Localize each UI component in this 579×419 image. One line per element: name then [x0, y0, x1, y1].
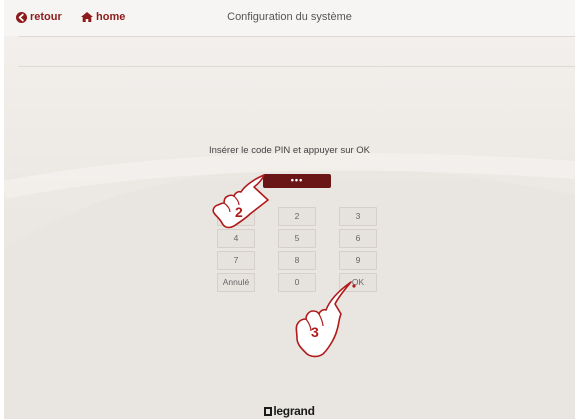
divider [18, 66, 575, 67]
hand-pointer-icon [212, 174, 269, 229]
cancel-button[interactable]: Annulé [217, 273, 255, 292]
legrand-logo: legrand [4, 404, 575, 418]
logo-text: legrand [273, 404, 315, 418]
annotation-step-3: 3 [311, 324, 319, 340]
key-2[interactable]: 2 [278, 207, 316, 226]
key-3[interactable]: 3 [339, 207, 377, 226]
page-title: Configuration du système [227, 11, 352, 23]
key-7[interactable]: 7 [217, 251, 255, 270]
logo-square-icon [264, 407, 273, 416]
key-8[interactable]: 8 [278, 251, 316, 270]
screen: retour home Configuration du système Ins… [4, 0, 575, 419]
pin-prompt: Insérer le code PIN et appuyer sur OK [208, 145, 371, 156]
key-6[interactable]: 6 [339, 229, 377, 248]
key-9[interactable]: 9 [339, 251, 377, 270]
key-5[interactable]: 5 [278, 229, 316, 248]
annotation-step-2: 2 [235, 204, 243, 220]
pin-input[interactable]: ••• [263, 174, 331, 188]
divider [18, 36, 575, 37]
hand-pointer-icon [295, 281, 356, 358]
top-bar: retour home Configuration du système [4, 0, 575, 36]
